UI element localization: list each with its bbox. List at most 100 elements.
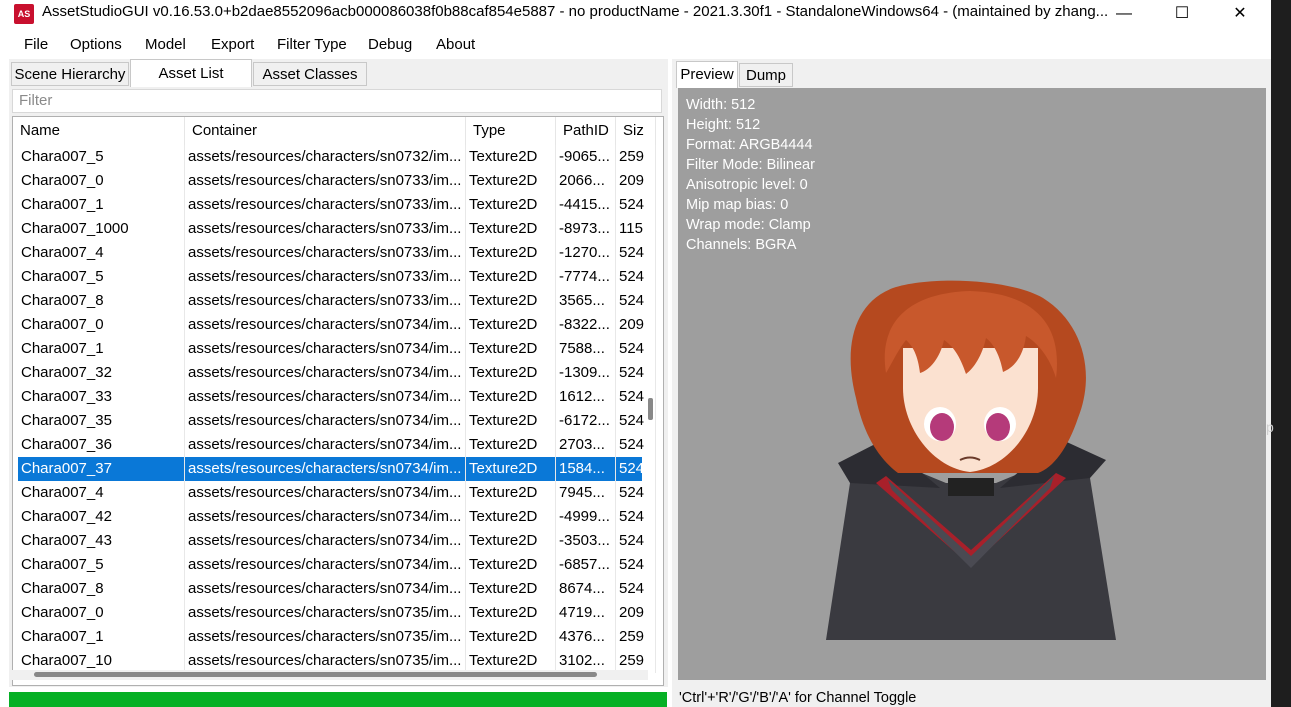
cell-size: 524 xyxy=(616,361,656,385)
cell-pathid: 2703... xyxy=(556,433,616,457)
maximize-button[interactable]: ☐ xyxy=(1153,0,1211,30)
horizontal-scrollbar-thumb[interactable] xyxy=(34,672,597,677)
cell-pathid: -8973... xyxy=(556,217,616,241)
table-row[interactable]: Chara007_37 assets/resources/characters/s… xyxy=(18,457,656,481)
table-row[interactable]: Chara007_1000 assets/resources/characters… xyxy=(18,217,656,241)
cell-size: 524 xyxy=(616,505,656,529)
cell-pathid: -1270... xyxy=(556,241,616,265)
table-row[interactable]: Chara007_1 assets/resources/characters/sn… xyxy=(18,625,656,649)
cell-pathid: -3503... xyxy=(556,529,616,553)
cell-size: 524 xyxy=(616,433,656,457)
cell-name: Chara007_0 xyxy=(18,601,185,625)
menu-export[interactable]: Export xyxy=(211,36,254,53)
cell-container: assets/resources/characters/sn0734/im... xyxy=(185,481,466,505)
cell-size: 524 xyxy=(616,577,656,601)
texture-info-channels: Channels: BGRA xyxy=(686,237,797,253)
menu-model[interactable]: Model xyxy=(145,36,186,53)
table-row[interactable]: Chara007_42 assets/resources/characters/s… xyxy=(18,505,656,529)
cell-type: Texture2D xyxy=(466,337,556,361)
cell-container: assets/resources/characters/sn0734/im... xyxy=(185,505,466,529)
menu-options[interactable]: Options xyxy=(70,36,122,53)
asset-list[interactable]: Name Container Type PathID Siz Chara007_… xyxy=(12,116,664,686)
tab-asset-list[interactable]: Asset List xyxy=(130,59,252,87)
filter-placeholder: Filter xyxy=(19,92,53,109)
table-row[interactable]: Chara007_32 assets/resources/characters/s… xyxy=(18,361,656,385)
cell-pathid: 7588... xyxy=(556,337,616,361)
minimize-button[interactable]: — xyxy=(1095,0,1153,30)
cell-container: assets/resources/characters/sn0734/im... xyxy=(185,433,466,457)
menu-filter-type[interactable]: Filter Type xyxy=(277,36,347,53)
cell-pathid: 1584... xyxy=(556,457,616,481)
cell-size: 209 xyxy=(616,601,656,625)
cell-type: Texture2D xyxy=(466,601,556,625)
cell-container: assets/resources/characters/sn0732/im... xyxy=(185,145,466,169)
cell-container: assets/resources/characters/sn0734/im... xyxy=(185,313,466,337)
table-row[interactable]: Chara007_0 assets/resources/characters/sn… xyxy=(18,313,656,337)
table-row[interactable]: Chara007_8 assets/resources/characters/sn… xyxy=(18,289,656,313)
cell-pathid: 2066... xyxy=(556,169,616,193)
column-header-container[interactable]: Container xyxy=(185,117,466,145)
cell-container: assets/resources/characters/sn0733/im... xyxy=(185,193,466,217)
background-window-edge xyxy=(1271,0,1291,707)
cell-container: assets/resources/characters/sn0734/im... xyxy=(185,337,466,361)
tab-dump[interactable]: Dump xyxy=(739,63,793,87)
table-row[interactable]: Chara007_5 assets/resources/characters/sn… xyxy=(18,145,656,169)
cell-pathid: 3565... xyxy=(556,289,616,313)
table-row[interactable]: Chara007_5 assets/resources/characters/sn… xyxy=(18,265,656,289)
cell-type: Texture2D xyxy=(466,433,556,457)
cell-pathid: 1612... xyxy=(556,385,616,409)
column-header-size[interactable]: Siz xyxy=(616,117,656,145)
table-row[interactable]: Chara007_36 assets/resources/characters/s… xyxy=(18,433,656,457)
column-header-type[interactable]: Type xyxy=(466,117,556,145)
cell-pathid: 8674... xyxy=(556,577,616,601)
table-row[interactable]: Chara007_1 assets/resources/characters/sn… xyxy=(18,337,656,361)
cell-type: Texture2D xyxy=(466,409,556,433)
filter-input[interactable]: Filter xyxy=(12,89,662,113)
table-row[interactable]: Chara007_8 assets/resources/characters/sn… xyxy=(18,577,656,601)
cell-container: assets/resources/characters/sn0734/im... xyxy=(185,553,466,577)
tab-scene-hierarchy[interactable]: Scene Hierarchy xyxy=(11,62,129,86)
cell-type: Texture2D xyxy=(466,241,556,265)
cell-name: Chara007_42 xyxy=(18,505,185,529)
cell-type: Texture2D xyxy=(466,313,556,337)
menu-about[interactable]: About xyxy=(436,36,475,53)
cell-pathid: -6857... xyxy=(556,553,616,577)
table-row[interactable]: Chara007_5 assets/resources/characters/sn… xyxy=(18,553,656,577)
table-row[interactable]: Chara007_43 assets/resources/characters/s… xyxy=(18,529,656,553)
menu-debug[interactable]: Debug xyxy=(368,36,412,53)
table-row[interactable]: Chara007_0 assets/resources/characters/sn… xyxy=(18,169,656,193)
cell-name: Chara007_35 xyxy=(18,409,185,433)
cell-size: 259 xyxy=(616,145,656,169)
table-row[interactable]: Chara007_0 assets/resources/characters/sn… xyxy=(18,601,656,625)
menu-file[interactable]: File xyxy=(24,36,48,53)
cell-size: 524 xyxy=(616,289,656,313)
cell-type: Texture2D xyxy=(466,553,556,577)
texture-info-format: Format: ARGB4444 xyxy=(686,137,813,153)
table-row[interactable]: Chara007_33 assets/resources/characters/s… xyxy=(18,385,656,409)
cell-pathid: -9065... xyxy=(556,145,616,169)
cell-size: 524 xyxy=(616,337,656,361)
cell-size: 524 xyxy=(616,457,656,481)
cell-name: Chara007_32 xyxy=(18,361,185,385)
cell-pathid: -1309... xyxy=(556,361,616,385)
column-header-name[interactable]: Name xyxy=(13,117,185,145)
table-row[interactable]: Chara007_35 assets/resources/characters/s… xyxy=(18,409,656,433)
cell-name: Chara007_1 xyxy=(18,625,185,649)
cell-name: Chara007_4 xyxy=(18,241,185,265)
left-iris xyxy=(930,413,954,441)
close-button[interactable]: ✕ xyxy=(1211,0,1269,30)
cell-name: Chara007_5 xyxy=(18,265,185,289)
cell-name: Chara007_8 xyxy=(18,577,185,601)
tab-asset-classes[interactable]: Asset Classes xyxy=(253,62,367,86)
cell-pathid: 4376... xyxy=(556,625,616,649)
table-row[interactable]: Chara007_4 assets/resources/characters/sn… xyxy=(18,481,656,505)
table-row[interactable]: Chara007_4 assets/resources/characters/sn… xyxy=(18,241,656,265)
vertical-scrollbar-thumb[interactable] xyxy=(648,398,653,420)
table-row[interactable]: Chara007_1 assets/resources/characters/sn… xyxy=(18,193,656,217)
cell-container: assets/resources/characters/sn0734/im... xyxy=(185,385,466,409)
texture-info-anisotropic: Anisotropic level: 0 xyxy=(686,177,808,193)
cell-pathid: 7945... xyxy=(556,481,616,505)
tab-preview[interactable]: Preview xyxy=(676,61,738,88)
cell-size: 524 xyxy=(616,193,656,217)
column-header-pathid[interactable]: PathID xyxy=(556,117,616,145)
